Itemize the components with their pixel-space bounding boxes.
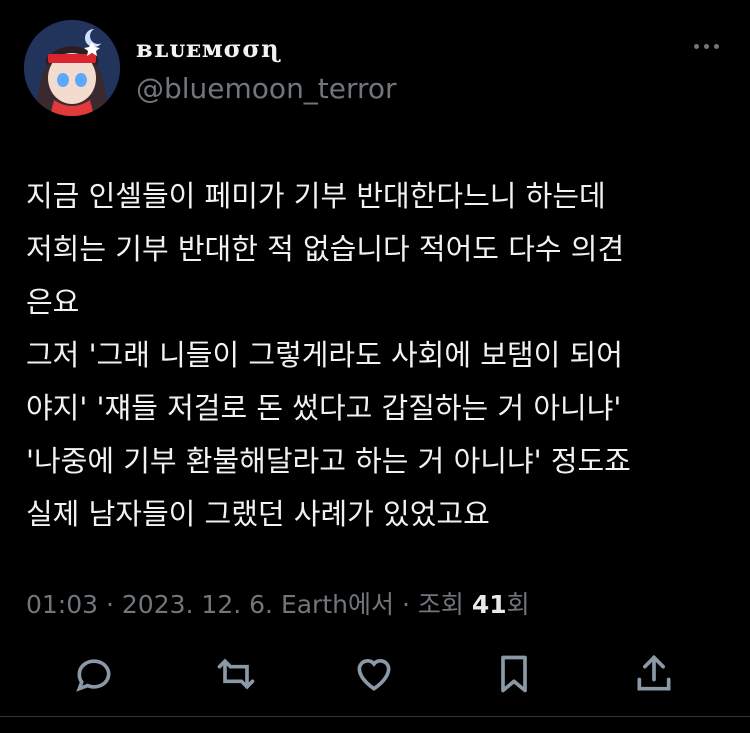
meta-separator: · [401,590,410,619]
author-display-name[interactable]: ʙʟᴜᴇᴍσσɳ [136,34,280,63]
tweet-meta: 01:03 · 2023. 12. 6. Earth에서 · 조회 41회 [26,585,530,621]
tweet-source: Earth에서 [280,590,394,619]
views-count[interactable]: 41 [472,590,507,619]
like-icon[interactable] [352,652,396,696]
divider [0,716,750,717]
share-icon[interactable] [632,652,676,696]
views-suffix: 회 [506,590,530,619]
tweet-actions [0,652,750,702]
bookmark-icon[interactable] [492,652,536,696]
views-label: 조회 [417,590,464,619]
meta-separator: · [106,590,114,619]
retweet-icon[interactable] [214,652,258,696]
reply-icon[interactable] [72,652,116,696]
tweet-time[interactable]: 01:03 [26,590,98,619]
tweet-text: 지금 인셀들이 페미가 기부 반대한다느니 하는데 저희는 기부 반대한 적 없… [26,179,631,531]
more-dot [704,43,709,49]
more-dot [714,43,719,49]
more-options-icon[interactable] [694,38,724,54]
tweet-date[interactable]: 2023. 12. 6. [122,590,273,619]
author-handle[interactable]: @bluemoon_terror [136,72,397,105]
more-dot [694,43,699,49]
avatar[interactable] [24,20,120,116]
